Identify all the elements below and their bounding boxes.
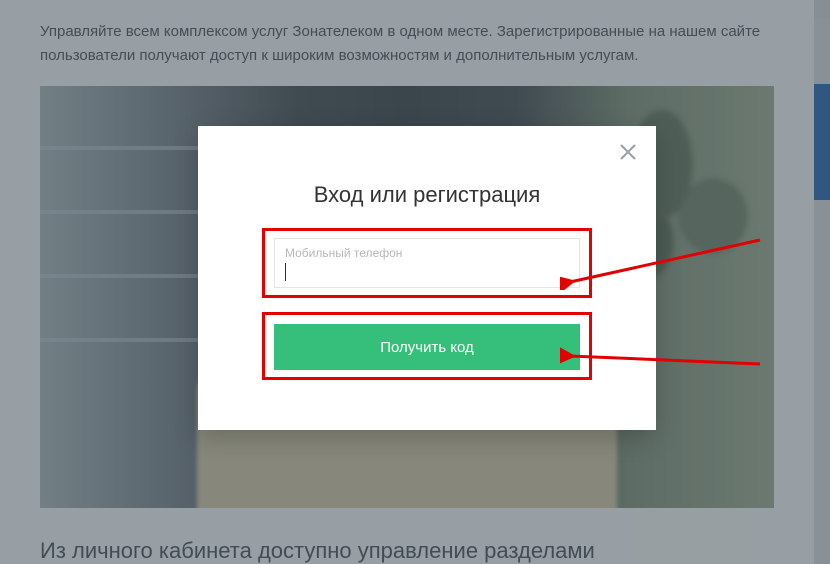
login-modal: Вход или регистрация Мобильный телефон П… xyxy=(198,126,656,430)
close-icon xyxy=(620,144,636,160)
get-code-button[interactable]: Получить код xyxy=(274,324,580,370)
modal-title: Вход или регистрация xyxy=(198,182,656,208)
get-code-button-label: Получить код xyxy=(380,339,474,356)
close-button[interactable] xyxy=(614,138,642,166)
text-caret xyxy=(285,263,286,281)
phone-input-placeholder: Мобильный телефон xyxy=(285,246,402,260)
phone-input[interactable]: Мобильный телефон xyxy=(274,238,580,288)
